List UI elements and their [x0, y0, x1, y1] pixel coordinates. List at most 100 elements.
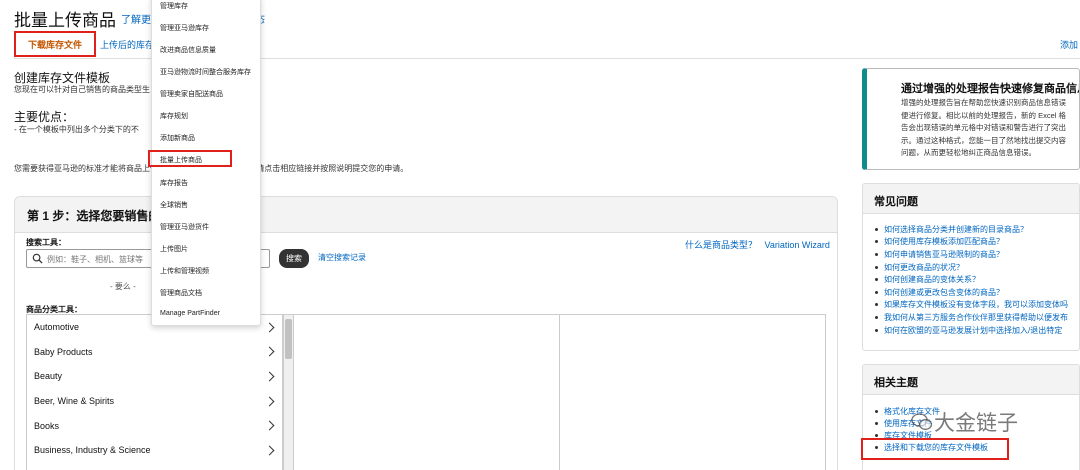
- bullet-icon: [875, 240, 878, 244]
- faq-link[interactable]: 如何在欧盟的亚马逊发展计划中选择加入/退出特定: [884, 325, 1062, 336]
- category-item[interactable]: Beer, Wine & Spirits: [27, 389, 282, 414]
- faq-item[interactable]: 如何选择商品分类并创建新的目录商品？: [875, 223, 1068, 236]
- category-label: Business, Industry & Science: [34, 445, 151, 456]
- menu-item-manage-fba-inventory[interactable]: 管理亚马逊库存: [160, 23, 209, 33]
- search-icon: [32, 253, 43, 264]
- menu-item-improve-listing-quality[interactable]: 改进商品信息质量: [160, 45, 216, 55]
- faq-title: 常见问题: [874, 196, 918, 208]
- what-is-product-type-link[interactable]: 什么是商品类型？: [685, 240, 757, 250]
- category-list: Automotive Baby Products Beauty Beer, Wi…: [26, 314, 283, 470]
- chevron-right-icon: [264, 346, 275, 357]
- promo-line: 便进行修复。相比以前的处理报告，新的 Excel 格: [901, 110, 1067, 120]
- faq-item[interactable]: 如何申请销售亚马逊限制的商品？: [875, 248, 1068, 261]
- search-placeholder: 例如：鞋子、相机、篮球等: [47, 255, 143, 264]
- chevron-right-icon: [264, 371, 275, 382]
- related-highlight-frame: [861, 438, 1009, 460]
- faq-link[interactable]: 我如何从第三方服务合作伙伴那里获得帮助以便发布: [884, 312, 1068, 323]
- bullet-icon: [875, 290, 878, 294]
- promo-line: 增强的处理报告旨在帮助您快速识别商品信息错误: [901, 98, 1066, 107]
- category-item[interactable]: Books: [27, 413, 282, 438]
- menu-item-inventory-reports[interactable]: 库存报告: [160, 178, 188, 188]
- faq-link[interactable]: 如何更改商品的状况？: [884, 262, 964, 273]
- category-item[interactable]: Beauty: [27, 364, 282, 389]
- variation-wizard-link[interactable]: Variation Wizard: [765, 240, 830, 250]
- search-tool-label: 搜索工具：: [26, 238, 66, 247]
- tab-download-inventory-file[interactable]: 下载库存文件: [14, 31, 96, 57]
- help-links: 什么是商品类型？ Variation Wizard: [685, 238, 830, 251]
- menu-item-manage-shipments[interactable]: 管理亚马逊货件: [160, 222, 209, 232]
- step1-header: 第 1 步：选择您要销售的商: [15, 197, 837, 233]
- faq-list: 如何选择商品分类并创建新的目录商品？ 如何使用库存模板添加匹配商品？ 如何申请销…: [875, 223, 1068, 336]
- menu-item-product-documents[interactable]: 管理商品文档: [160, 288, 202, 298]
- subcategory-column: [294, 314, 560, 470]
- menu-item-manage-partfinder[interactable]: Manage PartFinder: [160, 310, 220, 317]
- menu-highlight-frame: [148, 150, 232, 167]
- bullet-icon: [875, 315, 878, 319]
- approval-note: 您需要获得亚马逊的标准才能将商品上传至 针对特定类别申请标准，请点击相应链接并按…: [14, 164, 409, 173]
- promo-body: 增强的处理报告旨在帮助您快速识别商品信息错误 便进行修复。相比以前的处理报告，新…: [901, 97, 1079, 160]
- faq-link[interactable]: 如何创建或更改包含变体的商品？: [884, 287, 1004, 298]
- faq-item[interactable]: 如何更改商品的状况？: [875, 261, 1068, 274]
- related-title: 相关主题: [874, 377, 918, 389]
- bullet-icon: [875, 433, 878, 437]
- faq-panel: 常见问题 如何选择商品分类并创建新的目录商品？ 如何使用库存模板添加匹配商品？ …: [862, 183, 1080, 351]
- category-label: Automotive: [34, 322, 80, 333]
- bullet-icon: [875, 278, 878, 282]
- chevron-right-icon: [264, 445, 275, 456]
- category-label: Beer, Wine & Spirits: [34, 396, 115, 407]
- promo-line: 示。通过这种格式，您能一目了然地找出提交内容: [901, 135, 1066, 145]
- category-item[interactable]: Business, Industry & Science: [27, 438, 282, 463]
- promo-title: 通过增强的处理报告快速修复商品信息: [901, 83, 1080, 95]
- promo-line: 告会出现错误的单元格中对错误和警告进行了突出: [901, 123, 1066, 132]
- subcategory-column-2: [560, 314, 826, 470]
- advantages-item: - 在一个模板中列出多个分类下的不: [14, 125, 139, 134]
- faq-link[interactable]: 如何创建商品的变体关系？: [884, 274, 980, 285]
- menu-item-global-selling[interactable]: 全球销售: [160, 200, 188, 210]
- page-title: 批量上传商品: [14, 11, 116, 30]
- chevron-right-icon: [264, 420, 275, 431]
- promo-line: 问题，从而更轻松地纠正商品信息错误。: [901, 148, 1036, 157]
- menu-item-manage-fbm[interactable]: 管理卖家自配送商品: [160, 89, 223, 99]
- scrollbar-thumb[interactable]: [285, 319, 292, 359]
- advantages-title: 主要优点：: [14, 110, 75, 124]
- category-item[interactable]: Baby Products: [27, 340, 282, 365]
- bullet-icon: [875, 328, 878, 332]
- menu-item-add-product[interactable]: 添加新商品: [160, 133, 195, 143]
- category-scrollbar[interactable]: [283, 314, 294, 470]
- faq-item[interactable]: 如何创建商品的变体关系？: [875, 273, 1068, 286]
- faq-link[interactable]: 如何选择商品分类并创建新的目录商品？: [884, 224, 1028, 235]
- faq-header: 常见问题: [863, 184, 1079, 214]
- faq-item[interactable]: 如何创建或更改包含变体的商品？: [875, 286, 1068, 299]
- bullet-icon: [875, 252, 878, 256]
- faq-link[interactable]: 如何使用库存模板添加匹配商品？: [884, 236, 1004, 247]
- faq-item[interactable]: 如何在欧盟的亚马逊发展计划中选择加入/退出特定: [875, 324, 1068, 337]
- menu-item-upload-images[interactable]: 上传图片: [160, 244, 188, 254]
- bullet-icon: [875, 421, 878, 425]
- category-label: Baby Products: [34, 346, 93, 357]
- or-divider: - 要么 -: [110, 282, 136, 291]
- promo-card: 通过增强的处理报告快速修复商品信息 增强的处理报告旨在帮助您快速识别商品信息错误…: [862, 68, 1080, 170]
- chevron-right-icon: [264, 396, 275, 407]
- bullet-icon: [875, 265, 878, 269]
- faq-link[interactable]: 如何申请销售亚马逊限制的商品？: [884, 249, 1004, 260]
- chevron-right-icon: [264, 322, 275, 333]
- watermark-text: 大金链子: [934, 412, 1018, 435]
- search-button[interactable]: 搜索: [279, 249, 309, 268]
- wechat-logo-icon: [911, 413, 933, 430]
- related-header: 相关主题: [863, 365, 1079, 395]
- bullet-icon: [875, 409, 878, 413]
- bullet-icon: [875, 227, 878, 231]
- menu-item-upload-videos[interactable]: 上传和管理视频: [160, 266, 209, 276]
- menu-item-manage-inventory[interactable]: 管理库存: [160, 1, 188, 11]
- faq-item[interactable]: 如何使用库存模板添加匹配商品？: [875, 236, 1068, 249]
- clear-search-history-link[interactable]: 清空搜索记录: [318, 252, 366, 263]
- menu-item-inventory-planning[interactable]: 库存规划: [160, 111, 188, 121]
- menu-item-fba-integration[interactable]: 亚马逊物流时间整合服务库存: [160, 67, 251, 77]
- category-label: Books: [34, 420, 60, 431]
- faq-link[interactable]: 如果库存文件模板没有变体字段，我可以添加变体吗: [884, 299, 1068, 310]
- tab-add[interactable]: 添加: [1060, 38, 1078, 51]
- faq-item[interactable]: 我如何从第三方服务合作伙伴那里获得帮助以便发布: [875, 311, 1068, 324]
- template-section-desc: 您现在可以针对自己销售的商品类型生: [14, 85, 150, 94]
- category-label: Beauty: [34, 371, 63, 382]
- faq-item[interactable]: 如果库存文件模板没有变体字段，我可以添加变体吗: [875, 299, 1068, 312]
